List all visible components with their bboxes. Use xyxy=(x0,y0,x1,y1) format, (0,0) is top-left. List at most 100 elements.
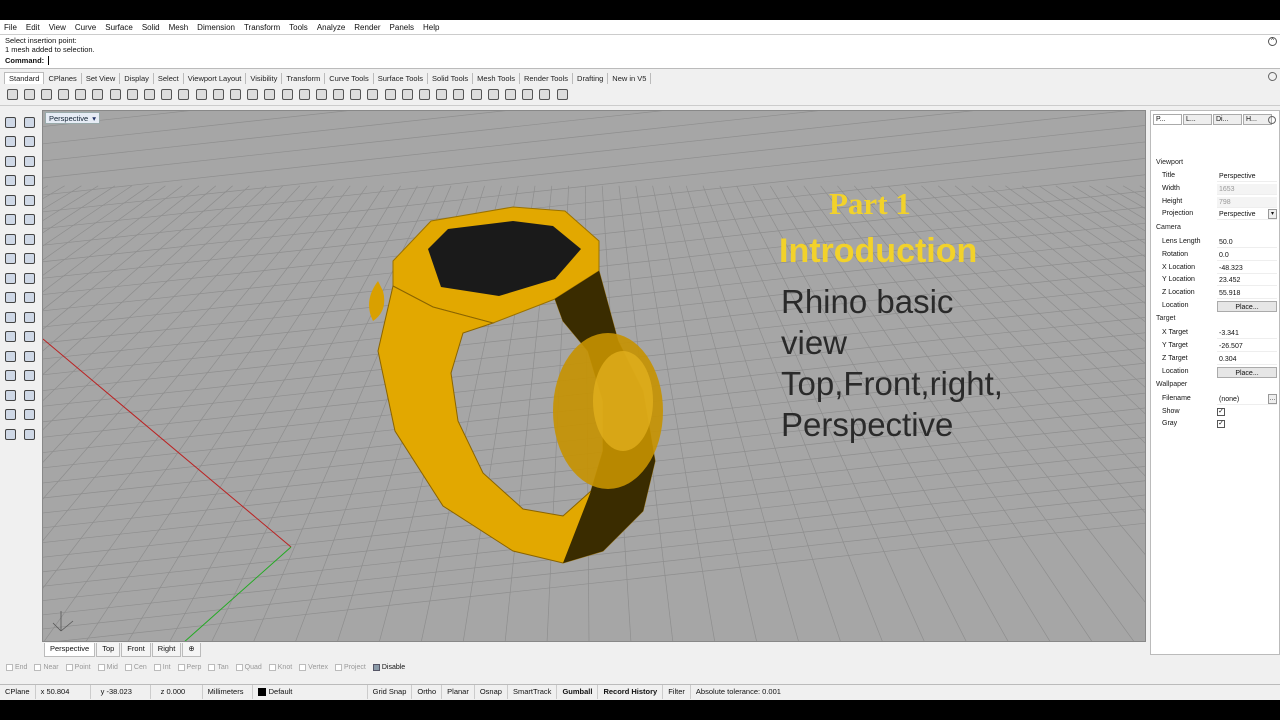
perspective-viewport[interactable]: Perspective ▾ Part 1 Introduction Rhino … xyxy=(42,110,1146,642)
osnap-cen[interactable]: Cen xyxy=(124,663,147,671)
wand-icon[interactable] xyxy=(503,88,517,102)
prop-checkbox-gray[interactable]: ✓ xyxy=(1217,420,1225,428)
osnap-checkbox[interactable] xyxy=(177,663,185,671)
status-cplane[interactable]: CPlane xyxy=(0,684,36,699)
osnap-toggle[interactable]: Osnap xyxy=(475,684,508,699)
viewport-tab-top[interactable]: Top xyxy=(96,643,121,657)
osnap-end[interactable]: End xyxy=(6,663,27,671)
panel-gear-icon[interactable] xyxy=(1268,116,1276,124)
tab-viewport-layout[interactable]: Viewport Layout xyxy=(184,73,247,84)
prop-value-rotation[interactable]: 0.0 xyxy=(1217,250,1277,261)
osnap-checkbox[interactable] xyxy=(153,663,161,671)
extrude-icon[interactable] xyxy=(22,252,36,266)
environment-icon[interactable] xyxy=(486,88,500,102)
osnap-checkbox[interactable] xyxy=(65,663,73,671)
tab-solid-tools[interactable]: Solid Tools xyxy=(428,73,474,84)
revolve-icon[interactable] xyxy=(22,213,36,227)
osnap-point[interactable]: Point xyxy=(65,663,91,671)
prop-value-zt[interactable]: 0.304 xyxy=(1217,354,1277,365)
mirror-icon[interactable] xyxy=(22,349,36,363)
osnap-project[interactable]: Project xyxy=(335,663,366,671)
prop-value-location[interactable]: Place... xyxy=(1217,301,1277,312)
osnap-checkbox[interactable] xyxy=(97,663,105,671)
open-icon[interactable] xyxy=(22,88,36,102)
osnap-checkbox[interactable] xyxy=(124,663,132,671)
menu-file[interactable]: File xyxy=(4,23,17,32)
osnap-tan[interactable]: Tan xyxy=(208,663,229,671)
toolbar-gear-icon[interactable] xyxy=(1268,72,1277,81)
print-icon[interactable] xyxy=(57,88,71,102)
align-icon[interactable] xyxy=(22,369,36,383)
record-history-toggle[interactable]: Record History xyxy=(598,684,664,699)
render-sphere-icon[interactable] xyxy=(435,88,449,102)
menu-panels[interactable]: Panels xyxy=(390,23,414,32)
undo-icon[interactable] xyxy=(143,88,157,102)
collapse-icon[interactable]: ^ xyxy=(1268,37,1277,46)
polygon-icon[interactable] xyxy=(22,174,36,188)
viewport-tab-front[interactable]: Front xyxy=(121,643,151,657)
analyze-icon[interactable] xyxy=(3,427,17,441)
rotate-view-icon[interactable] xyxy=(177,88,191,102)
osnap-checkbox[interactable] xyxy=(335,663,343,671)
menu-render[interactable]: Render xyxy=(354,23,380,32)
help-icon[interactable] xyxy=(555,88,569,102)
tab-surface-tools[interactable]: Surface Tools xyxy=(374,73,429,84)
spline-icon[interactable] xyxy=(22,193,36,207)
menu-solid[interactable]: Solid xyxy=(142,23,160,32)
osnap-vertex[interactable]: Vertex xyxy=(299,663,328,671)
gear-icon[interactable] xyxy=(349,88,363,102)
osnap-checkbox[interactable] xyxy=(372,663,380,671)
status-units[interactable]: Millimeters xyxy=(203,684,253,699)
copy-obj-icon[interactable] xyxy=(22,330,36,344)
prop-checkbox-show[interactable]: ✓ xyxy=(1217,408,1225,416)
curve-icon[interactable] xyxy=(22,135,36,149)
fillet-icon[interactable] xyxy=(3,310,17,324)
point-icon[interactable] xyxy=(22,115,36,129)
select-arrow-icon[interactable] xyxy=(3,115,17,129)
polyline-icon[interactable] xyxy=(3,135,17,149)
light-icon[interactable] xyxy=(366,88,380,102)
menu-transform[interactable]: Transform xyxy=(244,23,280,32)
split-icon[interactable] xyxy=(22,291,36,305)
tab-transform[interactable]: Transform xyxy=(282,73,326,84)
lock-icon[interactable] xyxy=(383,88,397,102)
prop-value-yloc[interactable]: 23.452 xyxy=(1217,275,1277,286)
boolean-icon[interactable] xyxy=(3,408,17,422)
mesh-icon[interactable] xyxy=(3,388,17,402)
viewport-layout-icon[interactable] xyxy=(280,88,294,102)
menu-mesh[interactable]: Mesh xyxy=(169,23,189,32)
rectangle-icon[interactable] xyxy=(3,174,17,188)
check-icon[interactable] xyxy=(22,408,36,422)
tab-drafting[interactable]: Drafting xyxy=(573,73,609,84)
circle-icon[interactable] xyxy=(3,154,17,168)
chevron-down-icon[interactable]: ▾ xyxy=(1268,209,1277,219)
viewport-title[interactable]: Perspective ▾ xyxy=(45,112,100,124)
prop-value-title[interactable]: Perspective xyxy=(1217,171,1277,182)
menu-help[interactable]: Help xyxy=(423,23,439,32)
ellipse-icon[interactable] xyxy=(3,193,17,207)
osnap-knot[interactable]: Knot xyxy=(268,663,292,671)
osnap-checkbox[interactable] xyxy=(208,663,216,671)
osnap-checkbox[interactable] xyxy=(235,663,243,671)
tab-cplanes[interactable]: CPlanes xyxy=(44,73,82,84)
zoom-window-icon[interactable] xyxy=(211,88,225,102)
prop-value-lens[interactable]: 50.0 xyxy=(1217,237,1277,248)
import-icon[interactable] xyxy=(74,88,88,102)
surface-icon[interactable] xyxy=(3,213,17,227)
osnap-checkbox[interactable] xyxy=(34,663,42,671)
tab-render-tools[interactable]: Render Tools xyxy=(520,73,574,84)
prop-value-tloc[interactable]: Place... xyxy=(1217,367,1277,378)
layer-icon[interactable] xyxy=(400,88,414,102)
zoom-icon[interactable] xyxy=(194,88,208,102)
filter-toggle[interactable]: Filter xyxy=(663,684,691,699)
osnap-perp[interactable]: Perp xyxy=(177,663,201,671)
menu-tools[interactable]: Tools xyxy=(289,23,308,32)
grid-icon[interactable] xyxy=(297,88,311,102)
paste-icon[interactable] xyxy=(125,88,139,102)
group-icon[interactable] xyxy=(521,88,535,102)
prop-value-zloc[interactable]: 55.918 xyxy=(1217,288,1277,299)
cut-icon[interactable] xyxy=(91,88,105,102)
status-layer[interactable]: Default xyxy=(253,684,368,699)
plane-icon[interactable] xyxy=(314,88,328,102)
tab-standard[interactable]: Standard xyxy=(4,72,45,84)
